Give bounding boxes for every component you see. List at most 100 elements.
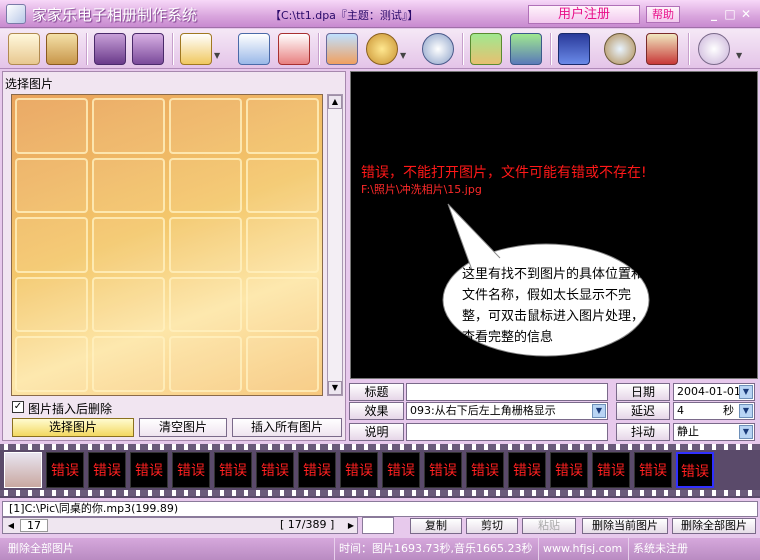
delay-input[interactable]: 4 秒 ▼	[673, 402, 755, 420]
film-frame[interactable]: 错误	[256, 452, 294, 488]
chevron-down-icon[interactable]: ▼	[592, 404, 606, 418]
film-frame[interactable]: 错误	[634, 452, 672, 488]
delete-all-button[interactable]: 删除全部图片	[672, 518, 756, 534]
date-select[interactable]: 2004-01-01 ▼	[673, 383, 755, 401]
picture-grid[interactable]	[11, 94, 323, 396]
picture-slot[interactable]	[15, 276, 88, 333]
page-count: [ 17/389 ]	[280, 518, 335, 531]
shake-label: 抖动	[616, 423, 670, 441]
status-bar: 删除全部图片 时间：图片1693.73秒,音乐1665.23秒 www.hfjs…	[0, 538, 760, 560]
film-frame[interactable]: 错误	[508, 452, 546, 488]
film-frame[interactable]: 错误	[424, 452, 462, 488]
scroll-left-icon[interactable]: ◀	[4, 519, 18, 532]
picture-slot[interactable]	[92, 157, 165, 214]
edit-picture-icon[interactable]	[326, 33, 358, 65]
minimize-icon[interactable]: _	[706, 6, 722, 22]
cut-button[interactable]: 剪切	[466, 518, 518, 534]
film-frame[interactable]: 错误	[382, 452, 420, 488]
magnifier-icon[interactable]	[604, 33, 636, 65]
close-icon[interactable]: ✕	[738, 6, 754, 22]
chevron-down-icon[interactable]: ▼	[739, 404, 753, 418]
import-icon[interactable]	[238, 33, 270, 65]
open-album-icon[interactable]	[46, 33, 78, 65]
film-frame[interactable]: 错误	[592, 452, 630, 488]
disc-icon[interactable]	[698, 33, 730, 65]
effect-select[interactable]: 093:从右下后左上角栅格显示 ▼	[406, 402, 608, 420]
film-frame[interactable]: 错误	[550, 452, 588, 488]
film-frame-thumbnail[interactable]	[4, 452, 42, 488]
picture-slot[interactable]	[169, 276, 242, 333]
date-label: 日期	[616, 383, 670, 401]
shake-select[interactable]: 静止 ▼	[673, 423, 755, 441]
scroll-down-icon[interactable]: ▼	[328, 381, 342, 395]
film-frame[interactable]: 错误	[88, 452, 126, 488]
picture-slot[interactable]	[169, 157, 242, 214]
picture-slot[interactable]	[15, 98, 88, 154]
picture-slot[interactable]	[246, 98, 319, 154]
shake-value: 静止	[677, 425, 699, 438]
delete-page-icon[interactable]	[278, 33, 310, 65]
file-info: 【C:\tt1.dpa『主题：测试』】	[270, 9, 419, 22]
screen-settings-icon[interactable]	[558, 33, 590, 65]
scroll-up-icon[interactable]: ▲	[328, 95, 342, 109]
paste-button[interactable]: 粘贴	[522, 518, 576, 534]
copy-button[interactable]: 复制	[410, 518, 462, 534]
film-frame[interactable]: 错误	[340, 452, 378, 488]
select-pictures-button[interactable]: 选择图片	[12, 418, 134, 437]
clear-pictures-button[interactable]: 清空图片	[139, 418, 227, 437]
music-track[interactable]: [1]C:\Pic\同桌的你.mp3(199.89)	[2, 501, 758, 517]
film-frame[interactable]: 错误	[130, 452, 168, 488]
add-page-icon[interactable]	[180, 33, 212, 65]
note-label: 说明	[349, 423, 404, 441]
note-input[interactable]	[406, 423, 608, 441]
music-icon[interactable]	[422, 33, 454, 65]
title-input[interactable]	[406, 383, 608, 401]
picture-slot[interactable]	[169, 217, 242, 273]
help-button[interactable]: 帮助	[646, 6, 680, 23]
insert-all-button[interactable]: 插入所有图片	[232, 418, 342, 437]
picture-slot[interactable]	[92, 336, 165, 392]
download-icon[interactable]	[470, 33, 502, 65]
picture-slot[interactable]	[246, 217, 319, 273]
picture-slot[interactable]	[169, 98, 242, 154]
maximize-icon[interactable]: □	[722, 6, 738, 22]
picture-slot[interactable]	[15, 336, 88, 392]
picture-slot[interactable]	[15, 157, 88, 214]
tools-icon[interactable]	[646, 33, 678, 65]
chevron-down-icon[interactable]: ▼	[400, 51, 408, 60]
chevron-down-icon[interactable]: ▼	[214, 51, 222, 60]
picture-slot[interactable]	[92, 217, 165, 273]
picture-slot[interactable]	[246, 336, 319, 392]
picture-slot[interactable]	[15, 217, 88, 273]
register-button[interactable]: 用户注册	[528, 5, 640, 24]
new-album-icon[interactable]	[8, 33, 40, 65]
film-frame[interactable]: 错误	[46, 452, 84, 488]
delete-after-insert-checkbox[interactable]: ✓	[12, 401, 24, 413]
picture-slot[interactable]	[246, 157, 319, 214]
delay-value: 4	[677, 404, 684, 417]
chevron-down-icon[interactable]: ▼	[739, 425, 753, 439]
delete-current-button[interactable]: 删除当前图片	[582, 518, 668, 534]
theme-icon[interactable]	[366, 33, 398, 65]
chevron-down-icon[interactable]: ▼	[736, 51, 744, 60]
film-frame[interactable]: 错误	[466, 452, 504, 488]
save-icon[interactable]	[94, 33, 126, 65]
scroll-right-icon[interactable]: ▶	[344, 519, 358, 532]
export-film-icon[interactable]	[510, 33, 542, 65]
picture-slot[interactable]	[246, 276, 319, 333]
picture-slot[interactable]	[92, 276, 165, 333]
film-frame[interactable]: 错误	[214, 452, 252, 488]
film-frame[interactable]: 错误	[676, 452, 714, 488]
picture-scrollbar[interactable]: ▲ ▼	[327, 94, 343, 396]
film-frame[interactable]: 错误	[172, 452, 210, 488]
chevron-down-icon[interactable]: ▼	[739, 385, 753, 399]
page-input[interactable]	[362, 517, 394, 534]
effect-value: 093:从右下后左上角栅格显示	[410, 404, 556, 417]
picture-slot[interactable]	[169, 336, 242, 392]
picture-slot[interactable]	[92, 98, 165, 154]
app-icon	[6, 4, 26, 24]
toolbar-separator	[550, 33, 552, 65]
title-label: 标题	[349, 383, 404, 401]
save-all-icon[interactable]	[132, 33, 164, 65]
film-frame[interactable]: 错误	[298, 452, 336, 488]
